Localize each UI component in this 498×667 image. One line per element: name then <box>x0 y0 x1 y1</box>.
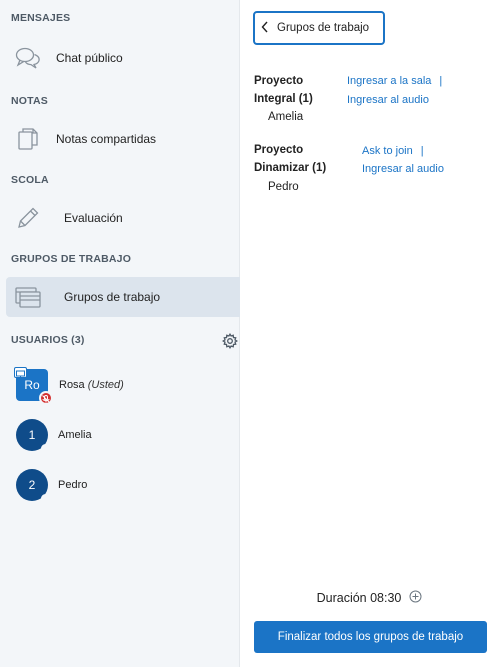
section-title-notes: NOTAS <box>11 95 48 107</box>
sidebar: MENSAJES Chat público NOTAS Notas compar… <box>0 0 240 667</box>
back-button-label: Grupos de trabajo <box>277 22 370 34</box>
link-separator: | <box>439 75 443 87</box>
room-name-line1: Proyecto <box>254 144 304 156</box>
join-room-link[interactable]: Ingresar a la sala <box>347 75 431 87</box>
room-name-line2: Dinamizar (1) <box>254 162 327 174</box>
sidebar-item-label: Chat público <box>56 51 123 65</box>
sidebar-item-label: Grupos de trabajo <box>64 290 161 304</box>
room-links: Ingresar a la sala | <box>347 72 442 90</box>
section-title-groups: GRUPOS DE TRABAJO <box>11 253 132 265</box>
section-title-users: USUARIOS (3) <box>11 334 85 346</box>
sidebar-item-breakout-rooms[interactable]: Grupos de trabajo <box>6 277 240 317</box>
pencil-icon <box>14 204 42 232</box>
breakout-rooms-icon <box>14 283 42 311</box>
presenter-icon <box>14 367 27 378</box>
section-title-scola: SCOLA <box>11 174 49 186</box>
link-separator: | <box>420 145 424 157</box>
breakout-panel: Grupos de trabajo Proyecto Integral (1) … <box>241 0 498 667</box>
ask-to-join-link[interactable]: Ask to join <box>362 145 413 157</box>
sidebar-item-shared-notes[interactable]: Notas compartidas <box>6 119 240 159</box>
avatar-initials: 1 <box>28 428 36 442</box>
room-links: Ask to join | <box>362 142 424 160</box>
sidebar-item-label: Notas compartidas <box>56 132 157 146</box>
add-time-icon[interactable] <box>409 590 422 606</box>
sidebar-item-label: Evaluación <box>64 211 123 225</box>
user-self-suffix: (Usted) <box>87 379 124 391</box>
room-links: Ingresar al audio <box>347 91 429 109</box>
sidebar-item-public-chat[interactable]: Chat público <box>6 38 240 78</box>
join-audio-link[interactable]: Ingresar al audio <box>362 163 444 175</box>
room-user: Amelia <box>268 111 304 123</box>
user-list-item[interactable]: 1 Amelia <box>16 417 92 453</box>
chevron-left-icon <box>261 21 269 36</box>
user-name: Rosa (Usted) <box>59 379 124 391</box>
user-list-item[interactable]: Ro Rosa (Usted) <box>14 367 124 405</box>
duration: Duración 08:30 <box>241 590 498 606</box>
chat-icon <box>14 44 42 72</box>
back-button[interactable]: Grupos de trabajo <box>253 11 385 45</box>
avatar-initials: 2 <box>28 478 36 492</box>
avatar: 1 <box>16 419 50 453</box>
room-user: Pedro <box>268 181 299 193</box>
duration-label: Duración 08:30 <box>316 591 402 605</box>
user-list-item[interactable]: 2 Pedro <box>16 467 87 503</box>
user-name: Amelia <box>58 429 92 441</box>
avatar-status-notch <box>41 444 50 453</box>
avatar: 2 <box>16 469 50 503</box>
room-links: Ingresar al audio <box>362 160 444 178</box>
avatar-initials: Ro <box>24 378 40 392</box>
join-audio-link[interactable]: Ingresar al audio <box>347 94 429 106</box>
notes-icon <box>14 125 42 153</box>
end-all-breakouts-button[interactable]: Finalizar todos los grupos de trabajo <box>254 621 487 653</box>
section-title-messages: MENSAJES <box>11 12 71 24</box>
sidebar-item-evaluation[interactable]: Evaluación <box>6 198 240 238</box>
room-name-line2: Integral (1) <box>254 93 313 105</box>
user-name: Pedro <box>58 479 88 491</box>
gear-icon[interactable] <box>221 332 239 350</box>
room-name-line1: Proyecto <box>254 75 304 87</box>
avatar: Ro <box>14 367 53 405</box>
muted-mic-icon <box>39 391 53 405</box>
avatar-status-notch <box>41 494 50 503</box>
user-name-text: Rosa <box>59 379 85 391</box>
